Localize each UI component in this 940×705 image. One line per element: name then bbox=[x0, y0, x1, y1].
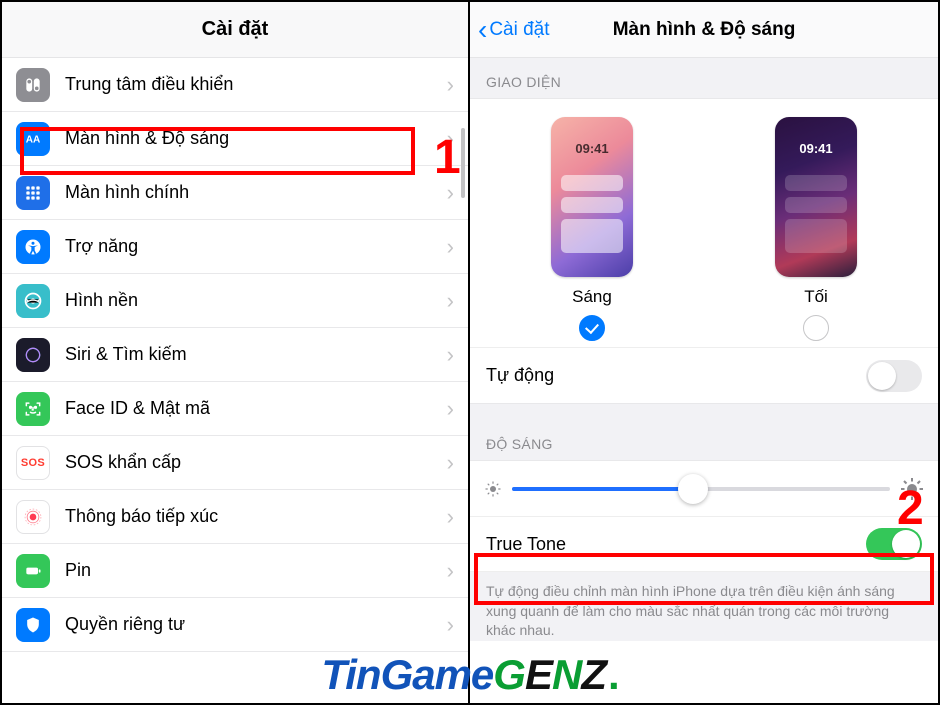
row-emergency-sos[interactable]: SOS SOS khẩn cấp › bbox=[2, 436, 468, 490]
dark-preview: 09:41 bbox=[775, 117, 857, 277]
accessibility-icon bbox=[16, 230, 50, 264]
sos-icon: SOS bbox=[16, 446, 50, 480]
battery-icon bbox=[16, 554, 50, 588]
brightness-row bbox=[470, 460, 938, 516]
image-frame: Cài đặt Trung tâm điều khiển › AA Màn hì… bbox=[0, 0, 940, 705]
slider-fill bbox=[512, 487, 693, 491]
appearance-options: 09:41 Sáng 09:41 Tối bbox=[470, 99, 938, 347]
preview-time: 09:41 bbox=[551, 141, 633, 156]
chevron-right-icon: › bbox=[447, 288, 454, 314]
settings-title: Cài đặt bbox=[202, 18, 269, 41]
row-label: Pin bbox=[65, 560, 439, 581]
row-label: Face ID & Mật mã bbox=[65, 398, 439, 419]
section-appearance: GIAO DIỆN bbox=[470, 58, 938, 98]
section-gap bbox=[470, 404, 938, 428]
light-preview: 09:41 bbox=[551, 117, 633, 277]
sun-small-icon bbox=[484, 480, 502, 498]
truetone-row[interactable]: True Tone bbox=[470, 516, 938, 572]
automatic-label: Tự động bbox=[486, 365, 554, 386]
chevron-right-icon: › bbox=[447, 612, 454, 638]
chevron-right-icon: › bbox=[447, 504, 454, 530]
row-label: Siri & Tìm kiếm bbox=[65, 344, 439, 365]
row-display-brightness[interactable]: AA Màn hình & Độ sáng › bbox=[2, 112, 468, 166]
row-label: Trợ năng bbox=[65, 236, 439, 257]
preview-time: 09:41 bbox=[775, 141, 857, 156]
row-control-center[interactable]: Trung tâm điều khiển › bbox=[2, 58, 468, 112]
annotation-2: 2 bbox=[897, 481, 924, 536]
chevron-right-icon: › bbox=[447, 450, 454, 476]
sos-text: SOS bbox=[21, 457, 45, 469]
settings-panel-left: Cài đặt Trung tâm điều khiển › AA Màn hì… bbox=[2, 2, 470, 703]
chevron-right-icon: › bbox=[447, 72, 454, 98]
truetone-label: True Tone bbox=[486, 534, 566, 555]
row-label: Thông báo tiếp xúc bbox=[65, 506, 439, 527]
control-center-icon bbox=[16, 68, 50, 102]
row-siri-search[interactable]: Siri & Tìm kiếm › bbox=[2, 328, 468, 382]
chevron-right-icon: › bbox=[447, 234, 454, 260]
row-privacy[interactable]: Quyền riêng tư › bbox=[2, 598, 468, 652]
display-title: Màn hình & Độ sáng bbox=[470, 19, 938, 41]
appearance-light-option[interactable]: 09:41 Sáng bbox=[517, 117, 667, 341]
svg-text:AA: AA bbox=[26, 134, 40, 145]
brightness-slider[interactable] bbox=[512, 487, 890, 491]
section-brightness: ĐỘ SÁNG bbox=[470, 428, 938, 460]
display-header: ‹ Cài đặt Màn hình & Độ sáng bbox=[470, 2, 938, 58]
chevron-right-icon: › bbox=[447, 558, 454, 584]
chevron-right-icon: › bbox=[447, 396, 454, 422]
appearance-dark-option[interactable]: 09:41 Tối bbox=[741, 117, 891, 341]
home-screen-icon bbox=[16, 176, 50, 210]
row-label: Trung tâm điều khiển bbox=[65, 74, 439, 95]
display-scroll[interactable]: GIAO DIỆN 09:41 Sáng 09:41 bbox=[470, 58, 938, 703]
row-wallpaper[interactable]: Hình nền › bbox=[2, 274, 468, 328]
row-label: Quyền riêng tư bbox=[65, 614, 439, 635]
wallpaper-icon bbox=[16, 284, 50, 318]
row-label: SOS khẩn cấp bbox=[65, 452, 439, 473]
scrollbar-thumb[interactable] bbox=[461, 128, 465, 198]
dark-label: Tối bbox=[804, 287, 828, 307]
slider-thumb[interactable] bbox=[678, 474, 708, 504]
row-accessibility[interactable]: Trợ năng › bbox=[2, 220, 468, 274]
dark-radio[interactable] bbox=[803, 315, 829, 341]
automatic-row[interactable]: Tự động bbox=[470, 347, 938, 403]
settings-list[interactable]: Trung tâm điều khiển › AA Màn hình & Độ … bbox=[2, 58, 468, 652]
display-panel-right: ‹ Cài đặt Màn hình & Độ sáng GIAO DIỆN 0… bbox=[470, 2, 938, 703]
siri-icon bbox=[16, 338, 50, 372]
annotation-1: 1 bbox=[434, 130, 461, 185]
row-battery[interactable]: Pin › bbox=[2, 544, 468, 598]
truetone-footer: Tự động điều chỉnh màn hình iPhone dựa t… bbox=[470, 572, 938, 641]
automatic-toggle[interactable] bbox=[866, 360, 922, 392]
light-radio[interactable] bbox=[579, 315, 605, 341]
faceid-icon bbox=[16, 392, 50, 426]
exposure-icon bbox=[16, 500, 50, 534]
row-faceid-passcode[interactable]: Face ID & Mật mã › bbox=[2, 382, 468, 436]
privacy-icon bbox=[16, 608, 50, 642]
chevron-right-icon: › bbox=[447, 342, 454, 368]
row-label: Hình nền bbox=[65, 290, 439, 311]
row-home-screen[interactable]: Màn hình chính › bbox=[2, 166, 468, 220]
row-label: Màn hình & Độ sáng bbox=[65, 128, 439, 149]
display-brightness-icon: AA bbox=[16, 122, 50, 156]
row-label: Màn hình chính bbox=[65, 182, 439, 203]
panels-container: Cài đặt Trung tâm điều khiển › AA Màn hì… bbox=[2, 2, 938, 703]
settings-header: Cài đặt bbox=[2, 2, 468, 58]
appearance-body: 09:41 Sáng 09:41 Tối bbox=[470, 98, 938, 404]
light-label: Sáng bbox=[572, 287, 612, 307]
row-exposure-notifications[interactable]: Thông báo tiếp xúc › bbox=[2, 490, 468, 544]
